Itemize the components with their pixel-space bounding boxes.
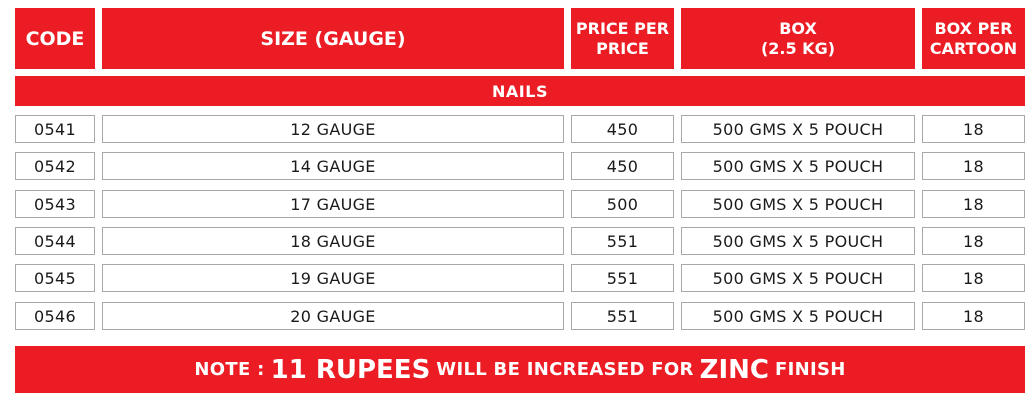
header-cartoon-line2: CARTOON — [929, 38, 1018, 58]
table-row-cell-per-cartoon: 18 — [922, 227, 1025, 255]
table-row-cell-box: 500 GMS X 5 POUCH — [681, 302, 915, 330]
table-row-cell-box: 500 GMS X 5 POUCH — [681, 152, 915, 180]
header-price-line1: PRICE PER — [575, 18, 670, 38]
header-box-line2: (2.5 KG) — [760, 38, 836, 58]
note-suffix: FINISH — [775, 359, 846, 380]
table-row-cell-per-cartoon: 18 — [922, 190, 1025, 218]
table-row-cell-size: 19 GAUGE — [102, 264, 564, 292]
table-row-cell-per-cartoon: 18 — [922, 264, 1025, 292]
table-row-cell-per-cartoon: 18 — [922, 152, 1025, 180]
table-row-cell-price: 551 — [571, 227, 674, 255]
header-code: CODE — [15, 8, 95, 69]
note-metal: ZINC — [699, 354, 769, 385]
table-row-cell-size: 18 GAUGE — [102, 227, 564, 255]
table-row-cell-per-cartoon: 18 — [922, 115, 1025, 143]
table-row-cell-price: 450 — [571, 115, 674, 143]
table-row-cell-code: 0543 — [15, 190, 95, 218]
section-title: NAILS — [492, 81, 548, 101]
price-list-table: CODE SIZE (GAUGE) PRICE PER PRICE BOX (2… — [0, 0, 1032, 404]
table-row-cell-size: 12 GAUGE — [102, 115, 564, 143]
table-row-cell-price: 450 — [571, 152, 674, 180]
note-middle: WILL BE INCREASED FOR — [436, 359, 694, 380]
table-row-cell-box: 500 GMS X 5 POUCH — [681, 227, 915, 255]
note-amount: 11 RUPEES — [270, 354, 431, 385]
header-box-per-cartoon: BOX PER CARTOON — [922, 8, 1025, 69]
table-row-cell-code: 0546 — [15, 302, 95, 330]
header-code-label: CODE — [25, 27, 85, 50]
header-box: BOX (2.5 KG) — [681, 8, 915, 69]
note-prefix: NOTE : — [194, 359, 265, 380]
header-price: PRICE PER PRICE — [571, 8, 674, 69]
table-row-cell-price: 551 — [571, 302, 674, 330]
header-price-line2: PRICE — [596, 38, 649, 58]
note-banner: NOTE : 11 RUPEES WILL BE INCREASED FOR Z… — [15, 346, 1025, 393]
table-row-cell-box: 500 GMS X 5 POUCH — [681, 264, 915, 292]
table-row-cell-box: 500 GMS X 5 POUCH — [681, 190, 915, 218]
table-row-cell-per-cartoon: 18 — [922, 302, 1025, 330]
table-row-cell-size: 17 GAUGE — [102, 190, 564, 218]
header-cartoon-line1: BOX PER — [934, 18, 1013, 38]
header-size-label: SIZE (GAUGE) — [260, 27, 406, 50]
table-row-cell-code: 0544 — [15, 227, 95, 255]
table-row-cell-size: 20 GAUGE — [102, 302, 564, 330]
table-row-cell-code: 0542 — [15, 152, 95, 180]
table-row-cell-price: 500 — [571, 190, 674, 218]
table-row-cell-size: 14 GAUGE — [102, 152, 564, 180]
table-row-cell-price: 551 — [571, 264, 674, 292]
header-size: SIZE (GAUGE) — [102, 8, 564, 69]
section-nails: NAILS — [15, 76, 1025, 106]
table-row-cell-box: 500 GMS X 5 POUCH — [681, 115, 915, 143]
table-row-cell-code: 0541 — [15, 115, 95, 143]
header-box-line1: BOX — [779, 18, 817, 38]
table-row-cell-code: 0545 — [15, 264, 95, 292]
